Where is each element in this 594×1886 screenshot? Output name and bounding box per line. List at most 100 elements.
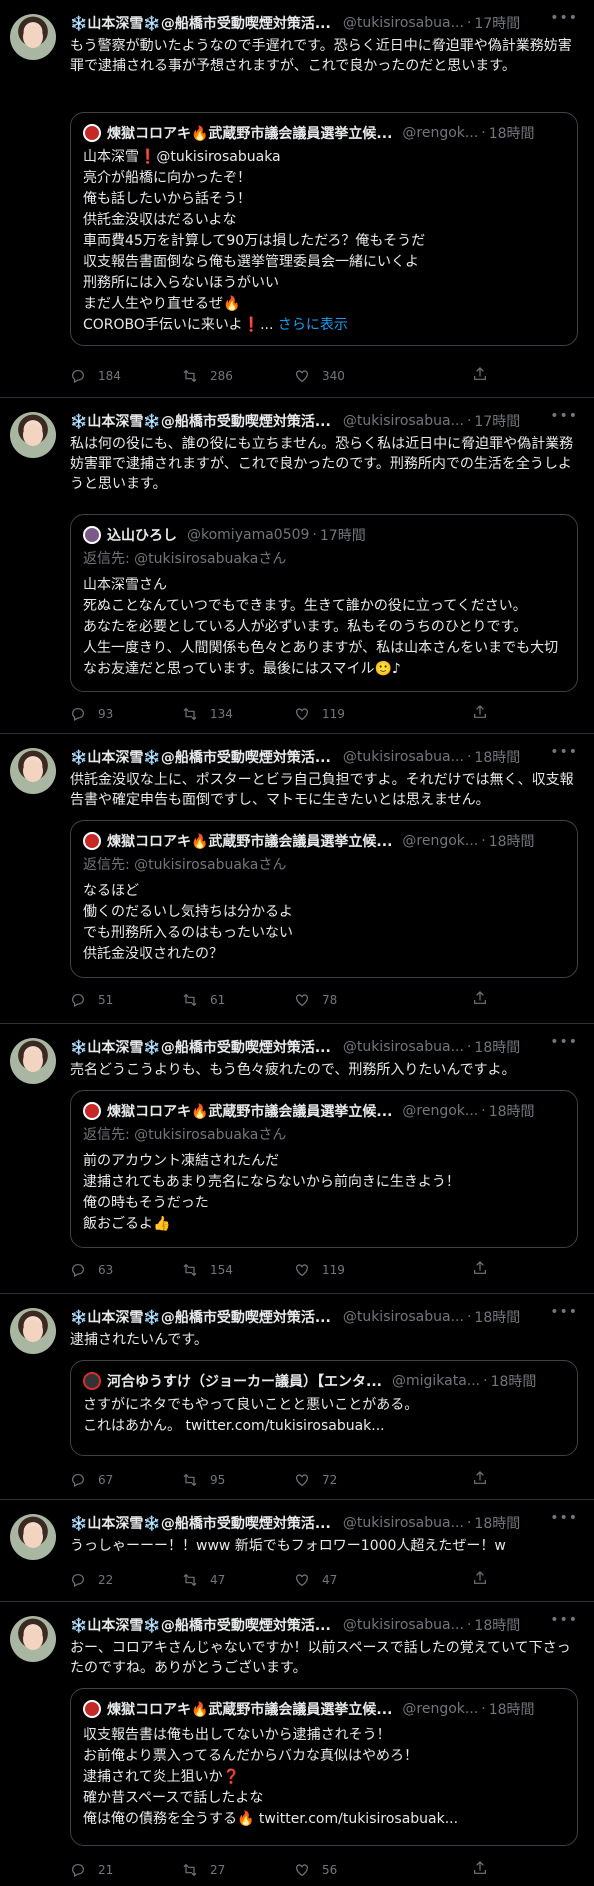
author-name[interactable]: ❄️山本深雪❄️@船橋市受動喫煙対策活... [70, 411, 331, 431]
share-button[interactable] [472, 1860, 488, 1880]
more-options-icon[interactable]: ••• [550, 408, 578, 424]
quote-text: 収支報告書は俺も出してないから逮捕されそう！ お前俺より票入ってるんだからバカな… [83, 1727, 459, 1827]
heart-icon [296, 1264, 308, 1277]
reply-button[interactable]: 51 [70, 990, 182, 1010]
more-options-icon[interactable]: ••• [550, 1034, 578, 1050]
quote-tweet[interactable]: 煉獄コロアキ🔥武蔵野市議会議員選挙立候... @rengok... · 18時間… [70, 1688, 578, 1846]
quote-tweet[interactable]: 河合ゆうすけ（ジョーカー議員）【エンタ... @migikata... · 18… [70, 1360, 578, 1456]
like-button[interactable]: 72 [294, 1470, 406, 1490]
like-button[interactable]: 119 [294, 1260, 406, 1280]
tweet[interactable]: ❄️山本深雪❄️@船橋市受動喫煙対策活... @tukisirosabua...… [0, 734, 594, 1024]
quote-tweet[interactable]: 煉獄コロアキ🔥武蔵野市議会議員選挙立候... @rengok... · 18時間… [70, 1090, 578, 1248]
timestamp[interactable]: 17時間 [474, 13, 520, 33]
avatar[interactable] [10, 748, 56, 794]
author-handle[interactable]: @tukisirosabua... [343, 15, 464, 31]
share-button[interactable] [472, 990, 488, 1010]
author-handle[interactable]: @tukisirosabua... [343, 1309, 464, 1325]
separator-dot: · [481, 1701, 486, 1717]
share-button[interactable] [472, 1470, 488, 1490]
retweet-button[interactable]: 154 [182, 1260, 294, 1280]
more-options-icon[interactable]: ••• [550, 1304, 578, 1320]
author-name[interactable]: ❄️山本深雪❄️@船橋市受動喫煙対策活... [70, 1307, 331, 1327]
tweet[interactable]: ❄️山本深雪❄️@船橋市受動喫煙対策活... @tukisirosabua...… [0, 1500, 594, 1602]
reply-icon [72, 1474, 84, 1488]
tweet[interactable]: ❄️山本深雪❄️@船橋市受動喫煙対策活... @tukisirosabua...… [0, 1294, 594, 1500]
retweet-button[interactable]: 286 [182, 366, 294, 386]
timestamp[interactable]: 17時間 [474, 411, 520, 431]
avatar[interactable] [10, 1308, 56, 1354]
reply-icon [72, 1264, 84, 1278]
quote-text: さすがにネタでもやって良いことと悪いことがある。 これはあかん。 twitter… [83, 1397, 419, 1434]
quote-timestamp: 18時間 [488, 126, 535, 142]
author-name[interactable]: ❄️山本深雪❄️@船橋市受動喫煙対策活... [70, 1615, 331, 1635]
tweet-header: ❄️山本深雪❄️@船橋市受動喫煙対策活... @tukisirosabua...… [70, 746, 580, 768]
like-button[interactable]: 119 [294, 704, 406, 724]
more-options-icon[interactable]: ••• [550, 10, 578, 26]
reply-button[interactable]: 67 [70, 1470, 182, 1490]
author-name[interactable]: ❄️山本深雪❄️@船橋市受動喫煙対策活... [70, 1513, 331, 1533]
tweet-header: ❄️山本深雪❄️@船橋市受動喫煙対策活... @tukisirosabua...… [70, 410, 580, 432]
author-name[interactable]: ❄️山本深雪❄️@船橋市受動喫煙対策活... [70, 13, 331, 33]
quote-author-handle: @rengok... [402, 125, 479, 141]
tweet[interactable]: ❄️山本深雪❄️@船橋市受動喫煙対策活... @tukisirosabua...… [0, 398, 594, 734]
retweet-button[interactable]: 27 [182, 1860, 294, 1880]
timestamp[interactable]: 18時間 [474, 1513, 520, 1533]
avatar[interactable] [10, 14, 56, 60]
avatar[interactable] [10, 1038, 56, 1084]
tweet[interactable]: ❄️山本深雪❄️@船橋市受動喫煙対策活... @tukisirosabua...… [0, 1602, 594, 1886]
retweet-button[interactable]: 95 [182, 1470, 294, 1490]
like-button[interactable]: 56 [294, 1860, 406, 1880]
avatar[interactable] [10, 1514, 56, 1560]
quote-avatar [83, 832, 101, 850]
avatar[interactable] [10, 412, 56, 458]
tweet-header: ❄️山本深雪❄️@船橋市受動喫煙対策活... @tukisirosabua...… [70, 1512, 580, 1534]
quote-header: 煉獄コロアキ🔥武蔵野市議会議員選挙立候... @rengok... · 18時間 [83, 1101, 565, 1121]
author-handle[interactable]: @tukisirosabua... [343, 1617, 464, 1633]
quote-author-name: 煉獄コロアキ🔥武蔵野市議会議員選挙立候... [107, 1702, 393, 1718]
separator-dot: · [481, 125, 486, 141]
quote-tweet[interactable]: 込山ひろし @komiyama0509 · 17時間 返信先: @tukisir… [70, 514, 578, 692]
like-button[interactable]: 78 [294, 990, 406, 1010]
reply-button[interactable]: 63 [70, 1260, 182, 1280]
tweet[interactable]: ❄️山本深雪❄️@船橋市受動喫煙対策活... @tukisirosabua...… [0, 0, 594, 398]
author-handle[interactable]: @tukisirosabua... [343, 749, 464, 765]
like-button[interactable]: 340 [294, 366, 406, 386]
like-button[interactable]: 47 [294, 1570, 406, 1590]
reply-icon [72, 994, 84, 1008]
share-button[interactable] [472, 704, 488, 724]
quote-timestamp: 18時間 [490, 1374, 537, 1390]
more-options-icon[interactable]: ••• [550, 744, 578, 760]
avatar[interactable] [10, 1616, 56, 1662]
action-bar: 21 27 56 [70, 1860, 500, 1880]
timestamp[interactable]: 18時間 [474, 1037, 520, 1057]
quote-text: 山本深雪さん 死ぬことなんていつでもできます。生きて誰かの役に立ってください。 … [83, 577, 559, 677]
author-name[interactable]: ❄️山本深雪❄️@船橋市受動喫煙対策活... [70, 747, 331, 767]
author-handle[interactable]: @tukisirosabua... [343, 1515, 464, 1531]
author-handle[interactable]: @tukisirosabua... [343, 1039, 464, 1055]
share-button[interactable] [472, 1260, 488, 1280]
show-more-link[interactable]: さらに表示 [278, 317, 348, 333]
separator-dot: · [312, 527, 317, 543]
timestamp[interactable]: 18時間 [474, 747, 520, 767]
share-button[interactable] [472, 366, 488, 386]
reply-button[interactable]: 21 [70, 1860, 182, 1880]
quote-author-name: 煉獄コロアキ🔥武蔵野市議会議員選挙立候... [107, 126, 393, 142]
quote-tweet[interactable]: 煉獄コロアキ🔥武蔵野市議会議員選挙立候... @rengok... · 18時間… [70, 820, 578, 978]
author-handle[interactable]: @tukisirosabua... [343, 413, 464, 429]
share-button[interactable] [472, 1570, 488, 1590]
retweet-button[interactable]: 134 [182, 704, 294, 724]
retweet-button[interactable]: 47 [182, 1570, 294, 1590]
quote-tweet[interactable]: 煉獄コロアキ🔥武蔵野市議会議員選挙立候... @rengok... · 18時間… [70, 112, 578, 346]
timestamp[interactable]: 18時間 [474, 1615, 520, 1635]
quote-avatar [83, 124, 101, 142]
reply-button[interactable]: 22 [70, 1570, 182, 1590]
more-options-icon[interactable]: ••• [550, 1612, 578, 1628]
tweet[interactable]: ❄️山本深雪❄️@船橋市受動喫煙対策活... @tukisirosabua...… [0, 1024, 594, 1294]
author-name[interactable]: ❄️山本深雪❄️@船橋市受動喫煙対策活... [70, 1037, 331, 1057]
retweet-button[interactable]: 61 [182, 990, 294, 1010]
separator-dot: · [466, 15, 472, 31]
reply-button[interactable]: 184 [70, 366, 182, 386]
more-options-icon[interactable]: ••• [550, 1510, 578, 1526]
timestamp[interactable]: 18時間 [474, 1307, 520, 1327]
reply-button[interactable]: 93 [70, 704, 182, 724]
